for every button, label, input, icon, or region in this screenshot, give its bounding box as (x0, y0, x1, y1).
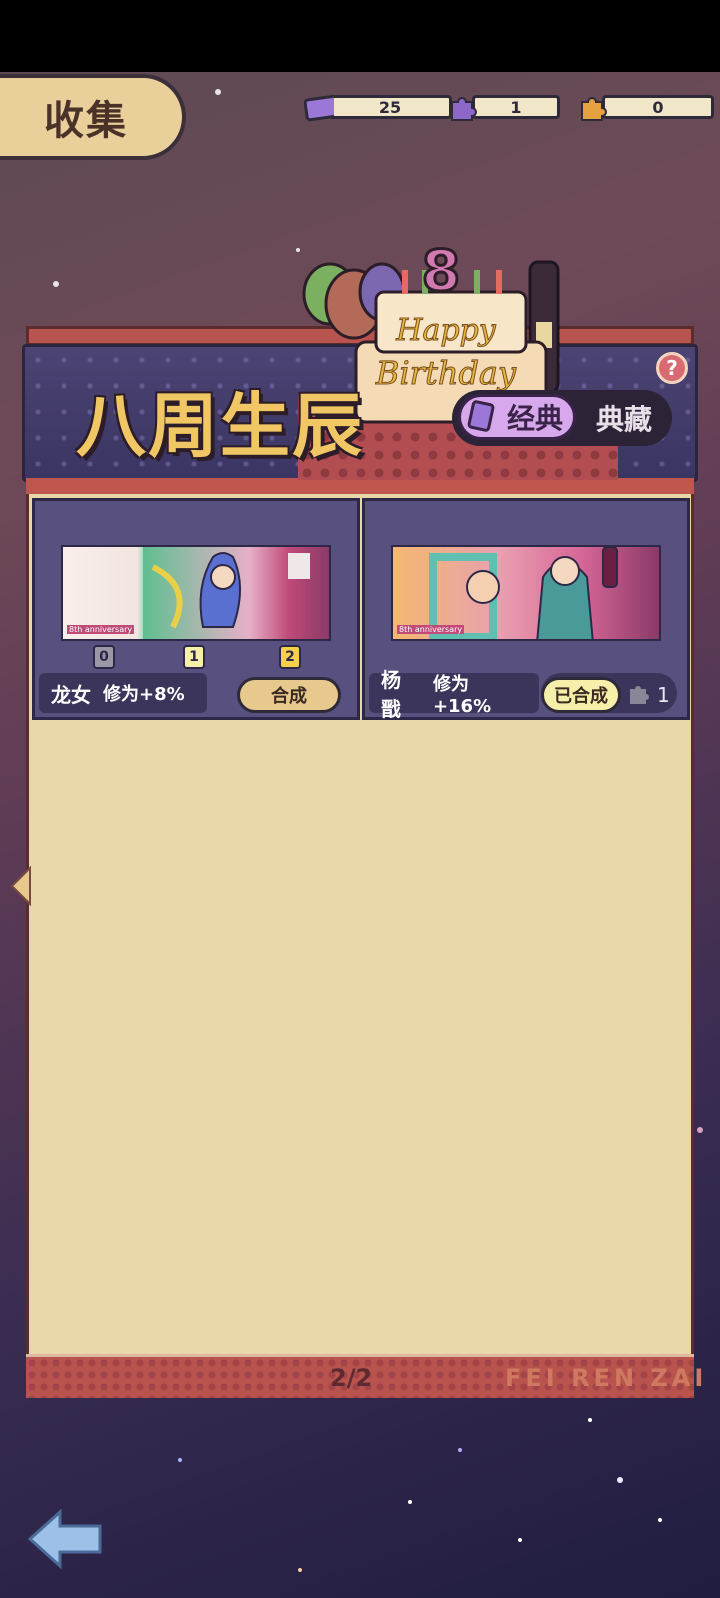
collection-card[interactable]: 8th anniversary 杨戬 修为+16% 已合成 1 (362, 498, 690, 721)
puzzle-icon (627, 681, 653, 711)
banner-strip (26, 478, 694, 494)
character-name: 杨戬 (381, 668, 401, 721)
page-indicator: 2/2 (330, 1364, 373, 1392)
resource-purple-puzzle: 1 (448, 92, 560, 122)
tab-classic[interactable]: 经典 (458, 394, 576, 440)
synthesized-button: 已合成 (541, 677, 621, 713)
page-title: 收集 (44, 98, 128, 144)
card-info-bar: 杨戬 修为+16% (369, 668, 539, 721)
ticket-count: 25 (328, 95, 452, 119)
character-art: 8th anniversary (391, 545, 661, 641)
art-caption: 8th anniversary (67, 625, 135, 634)
orange-puzzle-count: 0 (602, 95, 714, 119)
piece-tag-2: 2 (279, 645, 301, 669)
piece-tag-0: 0 (93, 645, 115, 669)
puzzle-icon (448, 92, 478, 122)
resource-ticket: 25 (304, 92, 452, 122)
tab-collection[interactable]: 典藏 (580, 398, 668, 438)
tab-classic-label: 经典 (506, 402, 563, 435)
back-arrow-icon[interactable] (26, 1508, 106, 1570)
svg-text:Birthday: Birthday (375, 354, 517, 392)
prev-page-arrow-icon[interactable] (8, 866, 34, 906)
piece-count: 1 (657, 683, 670, 707)
character-art: 8th anniversary (61, 545, 331, 641)
svg-text:8: 8 (422, 239, 461, 304)
collect-title-pill: 收集 (0, 74, 186, 160)
resource-orange-puzzle: 0 (578, 92, 714, 122)
cultivation-bonus: 修为+8% (103, 684, 185, 705)
edition-toggle[interactable]: 经典 典藏 (452, 390, 672, 446)
piece-tag-1: 1 (183, 645, 205, 669)
ticket-icon (304, 92, 334, 122)
card-icon (467, 400, 495, 432)
svg-text:Happy: Happy (395, 313, 496, 348)
character-name: 龙女 (51, 682, 91, 707)
brand-watermark: FEI REN ZAI (505, 1364, 708, 1392)
cultivation-bonus: 修为+16% (432, 673, 492, 717)
help-button[interactable]: ? (656, 352, 688, 384)
purple-puzzle-count: 1 (472, 95, 560, 119)
event-title: 八周生辰 (76, 385, 364, 467)
synthesize-button[interactable]: 合成 (237, 677, 341, 713)
puzzle-icon (578, 92, 608, 122)
card-info-bar: 龙女 修为+8% (39, 673, 207, 713)
status-bar (0, 0, 720, 72)
art-caption: 8th anniversary (397, 625, 465, 634)
collection-card[interactable]: 8th anniversary 0 1 2 龙女 修为+8% 合成 (32, 498, 360, 720)
